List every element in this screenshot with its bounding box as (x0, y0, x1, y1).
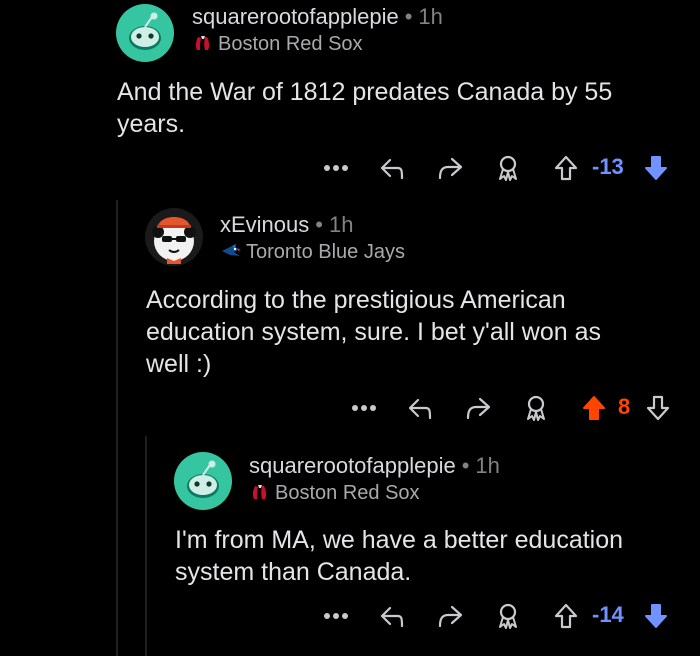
user-flair: Boston Red Sox (249, 482, 420, 505)
flair-text: Boston Red Sox (218, 33, 363, 55)
comment-body: And the War of 1812 predates Canada by 5… (117, 76, 687, 140)
avatar[interactable] (145, 208, 203, 266)
separator-dot: • (404, 4, 413, 29)
more-options-button[interactable] (320, 152, 352, 184)
comment-body-line: system than Canada. (175, 558, 412, 586)
more-options-button[interactable] (320, 600, 352, 632)
comment-body: According to the prestigious American ed… (146, 284, 686, 380)
upvote-arrow-icon (583, 396, 605, 420)
snoo-avatar-icon (129, 12, 161, 50)
comment-body-line: According to the prestigious American (146, 286, 566, 314)
snoo-avatar-icon (187, 460, 219, 498)
more-options-icon (324, 165, 348, 171)
comment-body-line: I'm from MA, we have a better education (175, 526, 624, 554)
more-options-button[interactable] (348, 392, 380, 424)
comment-actions: -14 (320, 600, 680, 632)
upvote-arrow-icon (554, 603, 578, 629)
more-options-icon (324, 613, 348, 619)
reply-icon (408, 398, 432, 420)
comment-body-line: And the War of 1812 predates Canada by 5… (117, 78, 613, 106)
timestamp: 1h (328, 212, 354, 237)
award-icon (499, 155, 517, 181)
username[interactable]: squarerootofapplepie • 1h (192, 4, 443, 30)
comment-body-line: education system, sure. I bet y'all won … (146, 318, 601, 346)
timestamp: 1h (418, 4, 443, 29)
comment: squarerootofapplepie • 1h Boston Red Sox A… (0, 0, 700, 200)
comment: xEvinous • 1h Toronto Blue Jays According … (0, 200, 700, 440)
comment: squarerootofapplepie • 1h Boston Red Sox I… (0, 440, 700, 656)
downvote-arrow-icon (645, 156, 667, 180)
reply-icon (380, 158, 404, 180)
downvote-arrow-icon (646, 395, 670, 421)
downvote-button[interactable] (640, 600, 672, 632)
blue-jays-logo-icon (220, 241, 242, 261)
upvote-button[interactable] (550, 152, 582, 184)
user-flair: Boston Red Sox (192, 33, 363, 56)
reply-button[interactable] (376, 600, 408, 632)
award-button[interactable] (520, 392, 552, 424)
red-sox-logo-icon (192, 33, 214, 53)
share-icon (438, 157, 463, 180)
reply-button[interactable] (404, 392, 436, 424)
reply-button[interactable] (376, 152, 408, 184)
username-text[interactable]: squarerootofapplepie (249, 453, 456, 478)
separator-dot: • (461, 453, 470, 478)
award-button[interactable] (492, 152, 524, 184)
upvote-arrow-icon (554, 155, 578, 181)
award-icon (499, 603, 517, 629)
timestamp: 1h (475, 453, 500, 478)
vote-score: 8 (618, 394, 631, 419)
username-text[interactable]: squarerootofapplepie (192, 4, 399, 29)
downvote-button[interactable] (642, 392, 674, 424)
award-button[interactable] (492, 600, 524, 632)
share-button[interactable] (434, 152, 466, 184)
reply-icon (380, 606, 404, 628)
separator-dot: • (315, 212, 323, 237)
downvote-arrow-icon (645, 604, 667, 628)
share-icon (438, 605, 463, 628)
username[interactable]: squarerootofapplepie • 1h (249, 453, 500, 479)
user-flair: Toronto Blue Jays (220, 241, 405, 264)
vote-score: -13 (592, 154, 624, 179)
comment-body-line: years. (117, 110, 186, 138)
upvote-button[interactable] (578, 392, 610, 424)
flair-text: Boston Red Sox (275, 482, 420, 504)
red-sox-logo-icon (249, 482, 271, 502)
more-options-icon (352, 405, 376, 411)
share-button[interactable] (434, 600, 466, 632)
username[interactable]: xEvinous • 1h (220, 212, 353, 238)
comment-actions: -13 (320, 152, 680, 184)
flair-text: Toronto Blue Jays (246, 241, 405, 263)
username-text[interactable]: xEvinous (220, 212, 309, 237)
avatar[interactable] (174, 452, 232, 510)
vote-score: -14 (592, 602, 624, 627)
upvote-button[interactable] (550, 600, 582, 632)
award-icon (527, 395, 545, 421)
avatar[interactable] (116, 4, 174, 62)
share-icon (466, 397, 491, 420)
comment-body-line: well :) (146, 350, 212, 378)
share-button[interactable] (462, 392, 494, 424)
comment-body: I'm from MA, we have a better education … (175, 524, 690, 588)
downvote-button[interactable] (640, 152, 672, 184)
comment-actions: 8 (348, 392, 688, 424)
panda-avatar-icon (152, 217, 196, 264)
